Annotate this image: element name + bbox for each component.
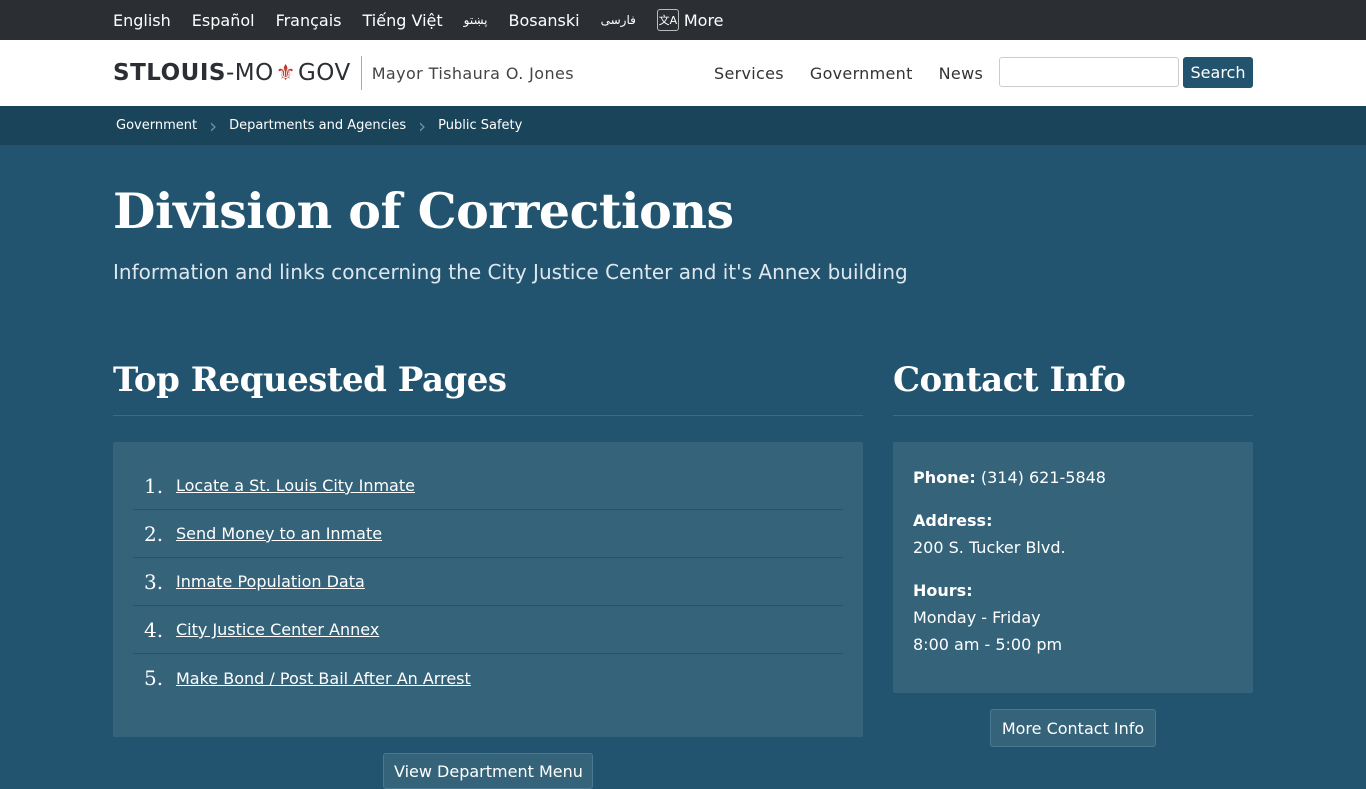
lang-more-label: More [683,10,724,30]
search-button[interactable]: Search [1183,57,1253,88]
list-item: 3. Inmate Population Data [133,558,843,606]
list-item: 2. Send Money to an Inmate [133,510,843,558]
page-title: Division of Corrections [113,182,734,240]
hours-days: Monday - Friday [913,608,1041,627]
address-value: 200 S. Tucker Blvd. [913,538,1066,557]
section-divider [893,415,1253,416]
nav-news[interactable]: News [939,64,983,83]
link-population-data[interactable]: Inmate Population Data [176,572,365,591]
logo-stlouis: STLOUIS [113,60,226,86]
phone-value: (314) 621-5848 [980,468,1106,487]
link-make-bond[interactable]: Make Bond / Post Bail After An Arrest [176,669,471,688]
list-number: 3. [144,569,164,594]
address-block: Address: 200 S. Tucker Blvd. [913,507,1233,561]
lang-spanish[interactable]: Español [192,11,255,30]
link-locate-inmate[interactable]: Locate a St. Louis City Inmate [176,476,415,495]
lang-more-button[interactable]: 文A More [656,9,724,31]
list-number: 5. [144,666,164,690]
phone-block: Phone: (314) 621-5848 [913,464,1233,491]
site-logo[interactable]: STLOUIS -MO ⚜ GOV [113,60,351,86]
list-number: 4. [144,617,164,642]
link-send-money[interactable]: Send Money to an Inmate [176,524,382,543]
contact-card: Phone: (314) 621-5848 Address: 200 S. Tu… [893,442,1253,693]
main-nav: Services Government News [714,40,1009,106]
chevron-right-icon: › [209,113,218,138]
top-requested-heading: Top Requested Pages [113,360,507,400]
lang-bosnian[interactable]: Bosanski [509,11,580,30]
lang-french[interactable]: Français [276,11,342,30]
address-label: Address: [913,511,993,530]
language-bar: English Español Français Tiếng Việt پښتو… [0,0,1366,40]
view-department-menu-button[interactable]: View Department Menu [383,753,593,789]
list-number: 1. [144,473,164,498]
lang-english[interactable]: English [113,11,171,30]
breadcrumb: Government › Departments and Agencies › … [0,106,1366,145]
chevron-right-icon: › [418,113,427,138]
hours-label: Hours: [913,581,973,600]
hours-time: 8:00 am - 5:00 pm [913,635,1063,654]
lang-vietnamese[interactable]: Tiếng Việt [363,11,443,30]
translate-icon: 文A [656,9,679,31]
list-number: 2. [144,521,164,546]
section-divider [113,415,863,416]
nav-services[interactable]: Services [714,64,784,83]
nav-government[interactable]: Government [810,64,913,83]
mayor-link[interactable]: Mayor Tishaura O. Jones [372,64,574,83]
phone-label: Phone: [913,468,976,487]
hours-block: Hours: Monday - Friday 8:00 am - 5:00 pm [913,577,1233,658]
list-item: 1. Locate a St. Louis City Inmate [133,462,843,510]
more-contact-info-button[interactable]: More Contact Info [990,709,1156,747]
list-item: 5. Make Bond / Post Bail After An Arrest [133,654,843,702]
search-input[interactable] [999,57,1179,87]
logo-divider [360,56,362,90]
page-subtitle: Information and links concerning the Cit… [113,260,908,284]
contact-info-heading: Contact Info [893,360,1126,400]
list-item: 4. City Justice Center Annex [133,606,843,654]
site-header: STLOUIS -MO ⚜ GOV Mayor Tishaura O. Jone… [0,40,1366,106]
logo-mo: -MO [225,60,274,86]
breadcrumb-public-safety[interactable]: Public Safety [438,118,522,133]
breadcrumb-departments[interactable]: Departments and Agencies [229,118,406,133]
top-requested-list: 1. Locate a St. Louis City Inmate 2. Sen… [113,442,863,737]
lang-pashto[interactable]: پښتو [464,13,488,27]
link-justice-center-annex[interactable]: City Justice Center Annex [176,620,379,639]
breadcrumb-government[interactable]: Government [116,118,197,133]
lang-farsi[interactable]: فارسی [601,13,636,27]
logo-gov: GOV [297,60,351,86]
fleur-de-lis-icon: ⚜ [275,60,296,86]
